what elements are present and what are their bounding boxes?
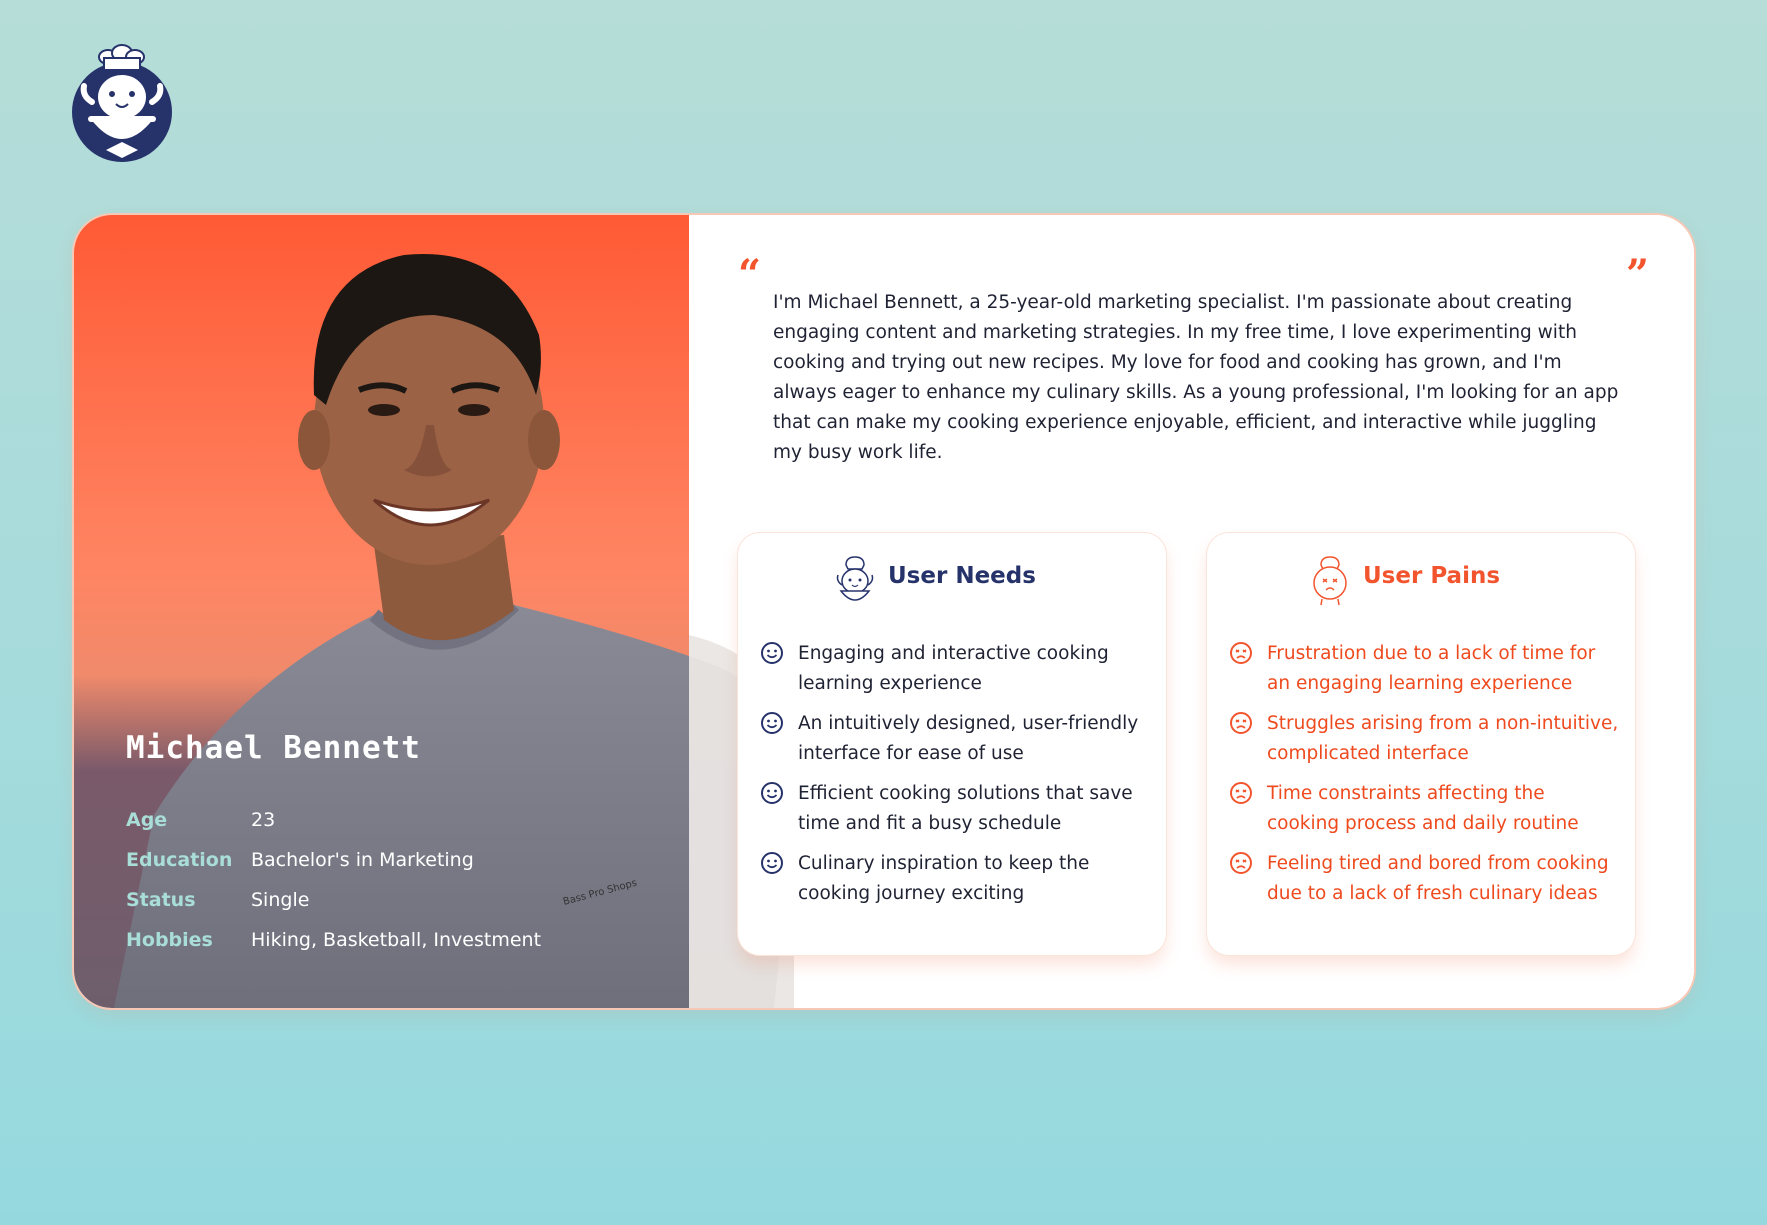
attr-label: Status — [126, 889, 196, 911]
pain-text: Struggles arising from a non-intuitive, … — [1267, 713, 1619, 764]
attr-label: Education — [126, 849, 233, 871]
need-text: Engaging and interactive cooking learnin… — [798, 643, 1109, 694]
user-needs-title: User Needs — [888, 563, 1036, 589]
smile-icon — [761, 852, 783, 874]
attr-value: Bachelor's in Marketing — [251, 849, 474, 871]
user-needs-card: User Needs Engaging and interactive cook… — [738, 533, 1166, 955]
pain-text: Frustration due to a lack of time for an… — [1267, 643, 1596, 694]
list-item: Feeling tired and bored from cooking due… — [1229, 849, 1619, 911]
attr-value: Single — [251, 889, 310, 911]
upset-chef-mascot-icon — [1313, 556, 1347, 606]
attr-value: Hiking, Basketball, Investment — [251, 929, 542, 951]
app-logo — [68, 42, 180, 164]
list-item: Culinary inspiration to keep the cooking… — [760, 849, 1150, 911]
chef-mascot-icon — [836, 556, 874, 601]
smile-icon — [761, 782, 783, 804]
smile-icon — [761, 712, 783, 734]
attr-label: Age — [126, 809, 168, 831]
open-quote-icon: “ — [738, 251, 762, 298]
need-text: Culinary inspiration to keep the cooking… — [798, 853, 1090, 904]
need-text: An intuitively designed, user-friendly i… — [798, 713, 1139, 764]
pain-text: Time constraints affecting the cooking p… — [1267, 783, 1579, 834]
list-item: Frustration due to a lack of time for an… — [1229, 639, 1619, 701]
user-pains-card: User Pains Frustration due to a lack of … — [1207, 533, 1635, 955]
pain-text: Feeling tired and bored from cooking due… — [1267, 853, 1609, 904]
attr-label: Hobbies — [126, 929, 213, 951]
attr-value: 23 — [251, 809, 276, 831]
list-item: Struggles arising from a non-intuitive, … — [1229, 709, 1619, 771]
frown-icon — [1230, 782, 1252, 804]
list-item: Efficient cooking solutions that save ti… — [760, 779, 1150, 841]
smile-icon — [761, 642, 783, 664]
list-item: Engaging and interactive cooking learnin… — [760, 639, 1150, 701]
list-item: An intuitively designed, user-friendly i… — [760, 709, 1150, 771]
close-quote-icon: ” — [1626, 251, 1650, 298]
frown-icon — [1230, 852, 1252, 874]
frown-icon — [1230, 642, 1252, 664]
frown-icon — [1230, 712, 1252, 734]
list-item: Time constraints affecting the cooking p… — [1229, 779, 1619, 841]
persona-bio: I'm Michael Bennett, a 25-year-old marke… — [773, 292, 1619, 463]
need-text: Efficient cooking solutions that save ti… — [798, 783, 1133, 834]
user-pains-title: User Pains — [1363, 563, 1501, 589]
persona-card: Bass Pro Shops Michael Bennett Age 23 Ed… — [74, 215, 1694, 1008]
persona-name: Michael Bennett — [126, 730, 421, 766]
